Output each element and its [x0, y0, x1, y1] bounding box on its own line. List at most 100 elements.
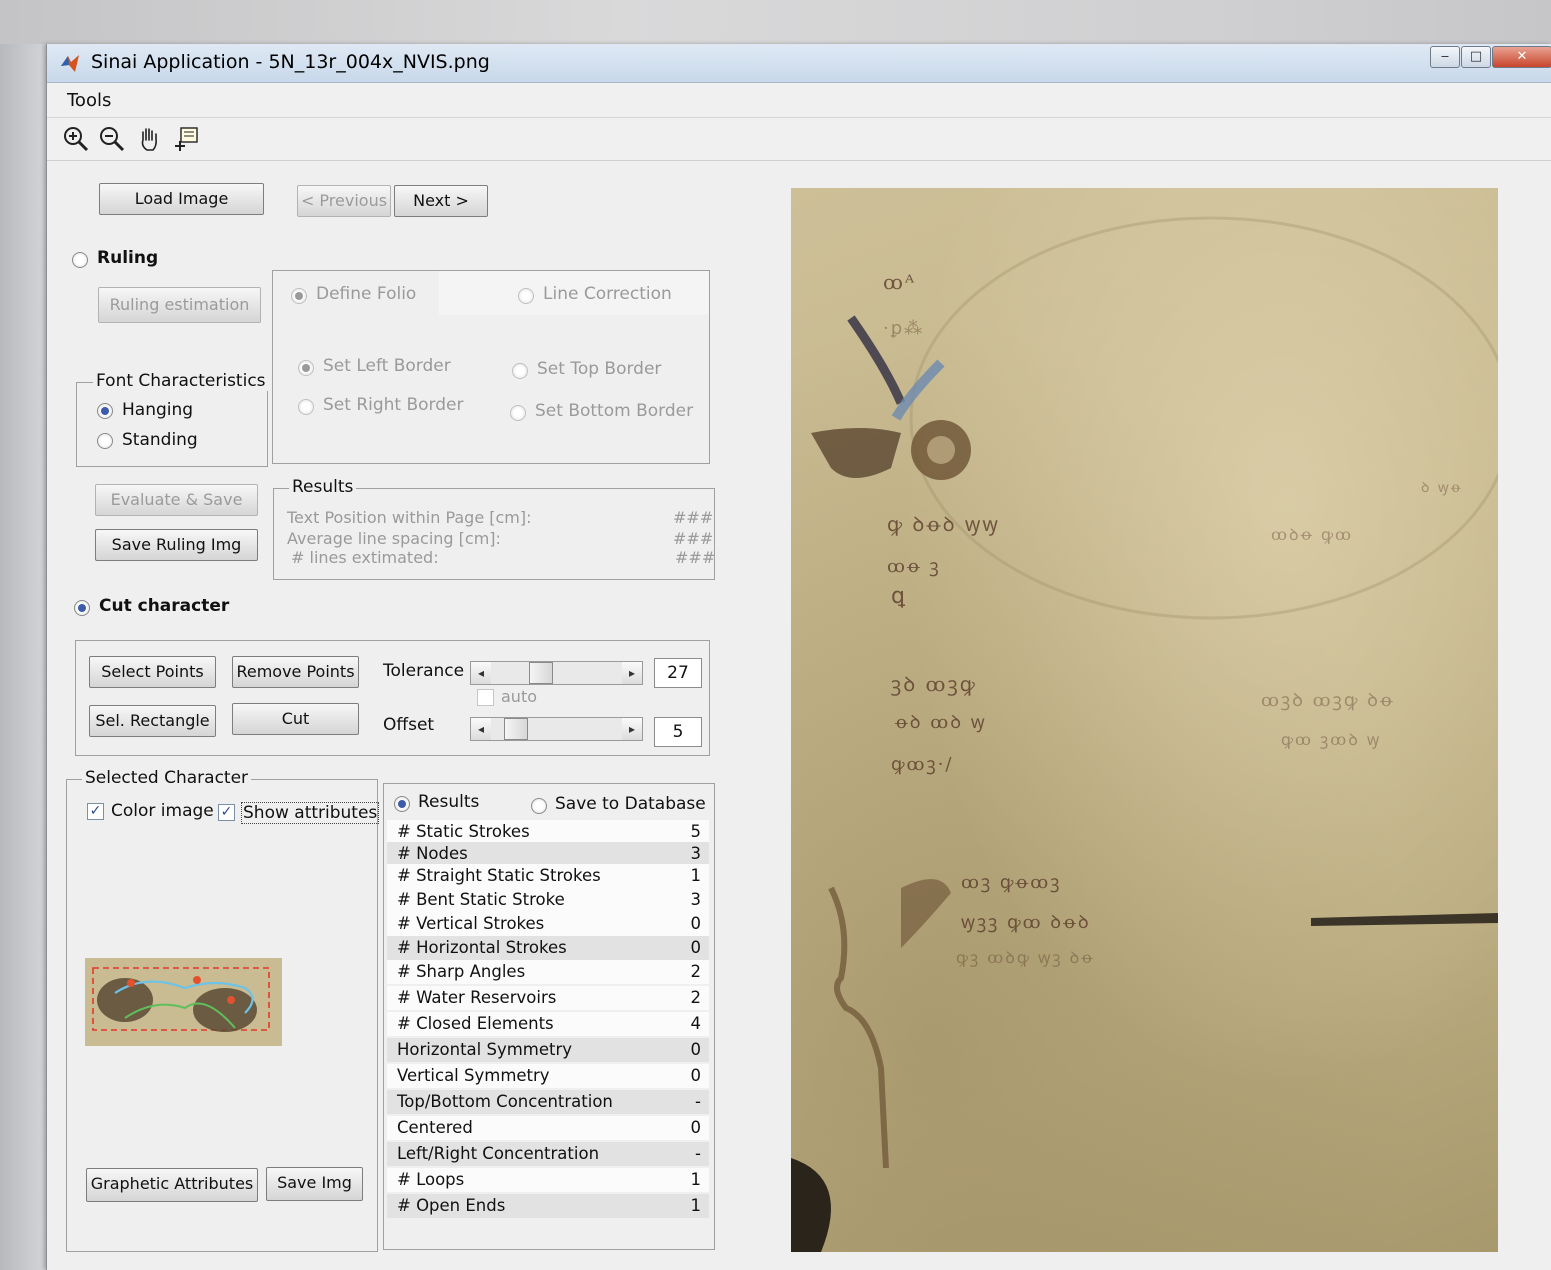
desktop-background [0, 0, 1551, 44]
remove-points-button[interactable]: Remove Points [232, 656, 359, 688]
attribute-value: 3 [690, 890, 702, 909]
attribute-value: - [695, 1092, 701, 1111]
attribute-row: # Closed Elements 4 [387, 1012, 709, 1036]
define-folio-label: Define Folio [316, 284, 417, 304]
attribute-name: # Open Ends [397, 1196, 506, 1215]
font-characteristics-title: Font Characteristics [93, 371, 269, 391]
set-bottom-border-label: Set Bottom Border [535, 401, 694, 421]
character-glyph-image [92, 967, 270, 1032]
offset-left-arrow-icon[interactable]: ◂ [471, 718, 491, 740]
zoom-out-icon[interactable] [97, 124, 127, 154]
line-correction-radio[interactable] [518, 288, 534, 304]
standing-radio[interactable] [97, 433, 113, 449]
menu-tools[interactable]: Tools [67, 90, 111, 111]
evaluate-save-button[interactable]: Evaluate & Save [95, 484, 258, 516]
ruling-radio[interactable] [72, 252, 88, 268]
color-image-checkbox[interactable]: ✓ [87, 803, 104, 820]
set-bottom-border-radio[interactable] [510, 405, 526, 421]
cut-button[interactable]: Cut [232, 703, 359, 735]
selected-character-title: Selected Character [82, 768, 252, 788]
app-window: Sinai Application - 5N_13r_004x_NVIS.png… [46, 44, 1551, 1270]
save-to-database-radio[interactable] [531, 798, 547, 814]
next-button[interactable]: Next > [394, 185, 488, 217]
manuscript-glyph: ꝏꝺꝋ ꝙꝏ [1271, 525, 1354, 544]
offset-label: Offset [383, 715, 435, 735]
select-rectangle-button[interactable]: Sel. Rectangle [89, 705, 216, 737]
manuscript-glyph: ꝙꝏꝫ·/ [891, 754, 954, 775]
attribute-row: # Nodes 3 [387, 842, 709, 866]
save-ruling-img-button[interactable]: Save Ruling Img [95, 529, 258, 561]
attribute-row: # Horizontal Strokes 0 [387, 936, 709, 960]
manuscript-glyph: ꝏꝋ ꝫ [887, 556, 941, 577]
offset-slider-thumb[interactable] [504, 718, 529, 740]
set-top-border-radio[interactable] [512, 363, 528, 379]
attribute-row: # Water Reservoirs 2 [387, 986, 709, 1010]
ruling-estimation-button[interactable]: Ruling estimation [98, 287, 261, 323]
set-right-border-label: Set Right Border [323, 395, 464, 415]
attribute-name: # Static Strokes [397, 822, 530, 841]
tolerance-value-field[interactable]: 27 [654, 658, 702, 688]
save-to-database-label: Save to Database [555, 794, 706, 814]
auto-label: auto [501, 687, 538, 706]
ruling-results-title: Results [289, 477, 357, 497]
minimize-icon: ‒ [1440, 49, 1450, 64]
attribute-name: Centered [397, 1118, 473, 1137]
tolerance-left-arrow-icon[interactable]: ◂ [471, 662, 491, 684]
zoom-in-icon[interactable] [61, 124, 91, 154]
tolerance-right-arrow-icon[interactable]: ▸ [622, 662, 642, 684]
standing-label: Standing [122, 430, 198, 450]
set-right-border-radio[interactable] [298, 399, 314, 415]
data-cursor-icon[interactable] [171, 124, 201, 154]
define-folio-radio[interactable] [291, 288, 307, 304]
ruling-panel: Define Folio Line Correction Set Left Bo… [272, 270, 710, 464]
manuscript-glyph: ꝗ [891, 584, 907, 609]
attribute-value: 4 [690, 1014, 702, 1033]
close-icon: ✕ [1516, 49, 1528, 64]
manuscript-image: ꝏᴬ ·ꝑ⁂ ꝙ ꝺꝋꝺ ꝡꝡ ꝏꝋ ꝫ ꝗ ꝫꝺ ꝏꝫꝙ ꝋꝺ ꝏꝺ ꝡ ꝙꝏ… [791, 188, 1498, 1252]
load-image-button[interactable]: Load Image [99, 183, 264, 215]
checkmark-icon: ✓ [89, 803, 102, 819]
manuscript-glyph: ꝫꝺ ꝏꝫꝙ [891, 672, 977, 696]
manuscript-glyph: ꝙ ꝺꝋꝺ ꝡꝡ [887, 512, 1000, 536]
attribute-row: # Static Strokes 5 [387, 820, 709, 844]
hanging-radio[interactable] [97, 403, 113, 419]
save-img-button[interactable]: Save Img [266, 1167, 363, 1201]
attribute-name: # Horizontal Strokes [397, 938, 567, 957]
graphetic-attributes-button[interactable]: Graphetic Attributes [86, 1168, 258, 1202]
minimize-button[interactable]: ‒ [1430, 46, 1460, 68]
show-attributes-label: Show attributes [241, 802, 380, 824]
previous-button[interactable]: < Previous [297, 185, 391, 217]
attribute-value: 2 [690, 988, 702, 1007]
offset-value-field[interactable]: 5 [654, 717, 702, 747]
attributes-panel: Results Save to Database # Static Stroke… [383, 783, 715, 1250]
results-radio[interactable] [394, 796, 410, 812]
manuscript-glyph: ꝙꝫ ꝏꝺꝙ ꝡꝫ ꝺꝋ [956, 948, 1095, 967]
auto-checkbox[interactable] [477, 689, 494, 706]
tolerance-slider[interactable]: ◂ ▸ [470, 661, 643, 685]
tolerance-slider-thumb[interactable] [529, 662, 554, 684]
tolerance-label: Tolerance [383, 661, 465, 681]
attribute-name: Left/Right Concentration [397, 1144, 600, 1163]
attribute-value: 0 [690, 1066, 702, 1085]
title-bar: Sinai Application - 5N_13r_004x_NVIS.png… [47, 44, 1551, 83]
pan-hand-icon[interactable] [135, 124, 165, 154]
attribute-name: Top/Bottom Concentration [397, 1092, 613, 1111]
select-points-button[interactable]: Select Points [89, 656, 216, 688]
attribute-name: # Bent Static Stroke [397, 890, 565, 909]
offset-right-arrow-icon[interactable]: ▸ [622, 718, 642, 740]
lines-estimated-label: # lines extimated: [291, 548, 439, 567]
close-button[interactable]: ✕ [1492, 46, 1551, 68]
attribute-name: # Water Reservoirs [397, 988, 557, 1007]
set-left-border-radio[interactable] [298, 360, 314, 376]
offset-slider[interactable]: ◂ ▸ [470, 717, 643, 741]
attribute-row: Vertical Symmetry 0 [387, 1064, 709, 1088]
color-image-label: Color image [111, 801, 214, 821]
attribute-name: # Loops [397, 1170, 465, 1189]
show-attributes-checkbox[interactable]: ✓ [218, 804, 235, 821]
attribute-value: 2 [690, 962, 702, 981]
maximize-button[interactable]: □ [1461, 46, 1491, 68]
cut-character-radio[interactable] [74, 600, 90, 616]
text-position-value: ### [673, 508, 714, 527]
attribute-value: - [695, 1144, 701, 1163]
manuscript-glyph: ꝏꝫꝺ ꝏꝫꝙ ꝺꝋ [1261, 690, 1395, 711]
